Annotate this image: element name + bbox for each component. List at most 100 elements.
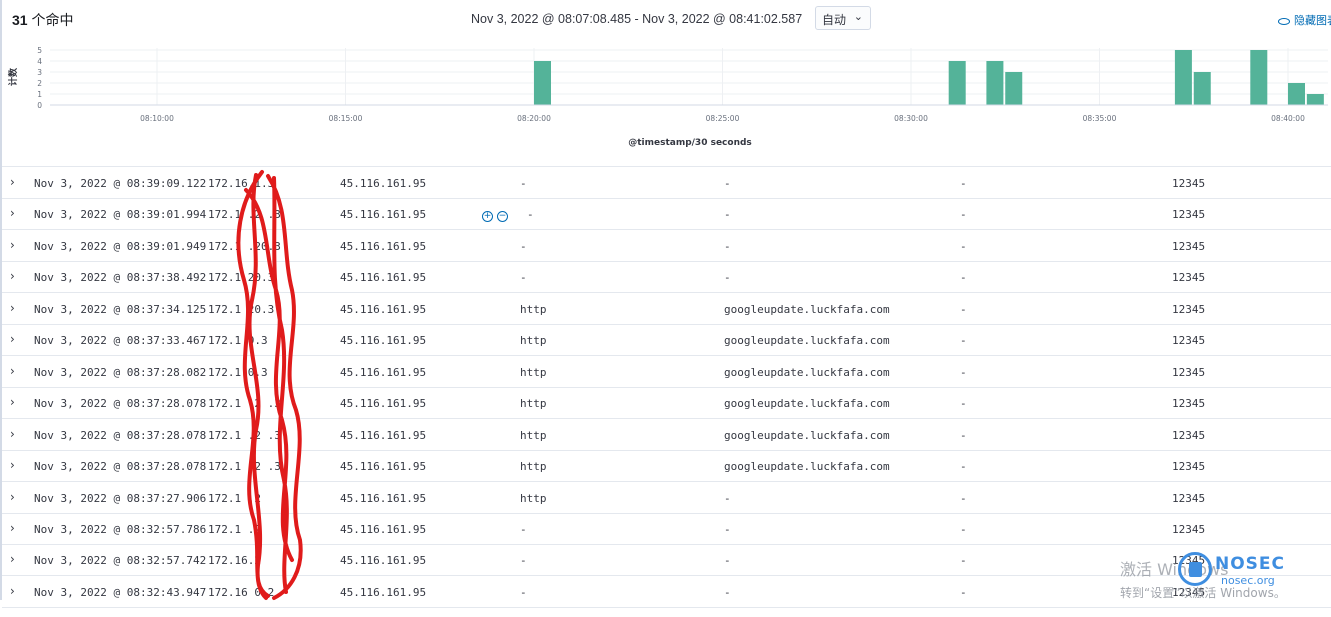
cell-field: - <box>960 460 967 474</box>
interval-select[interactable]: 自动 ⌄ <box>815 6 871 30</box>
expand-row-icon[interactable]: › <box>10 175 15 189</box>
cell-source-ip: 172.1 0.3 <box>208 334 268 348</box>
cell-port: 12345 <box>1172 271 1206 285</box>
cell-source-ip: 172.1 .2 .3 <box>208 428 281 442</box>
cell-timestamp: Nov 3, 2022 @ 08:32:43.947 <box>34 585 207 599</box>
x-tick-label: 08:20:00 <box>517 114 551 123</box>
cell-protocol: - <box>520 585 527 599</box>
cell-timestamp: Nov 3, 2022 @ 08:37:28.078 <box>34 428 207 442</box>
cell-field: - <box>960 177 967 190</box>
table-row[interactable]: › Nov 3, 2022 @ 08:32:57.786 172.1 .2 45.11… <box>2 513 1331 545</box>
histogram-bar <box>1250 50 1268 105</box>
cell-protocol: - <box>520 554 527 568</box>
cell-source-ip: 172.16 0.2 <box>208 585 275 599</box>
cell-timestamp: Nov 3, 2022 @ 08:32:57.742 <box>34 554 207 568</box>
cell-source-ip: 172.1 .2 .3 <box>208 397 281 411</box>
cell-host: - <box>724 239 731 253</box>
expand-row-icon[interactable]: › <box>10 238 15 252</box>
hits-number: 31 <box>12 12 28 28</box>
cell-destination-ip: 45.116.161.95 <box>340 239 427 253</box>
histogram-bar <box>1174 50 1192 105</box>
expand-row-icon[interactable]: › <box>10 552 15 566</box>
cell-protocol: http <box>520 397 547 411</box>
cell-timestamp: Nov 3, 2022 @ 08:37:28.078 <box>34 460 207 474</box>
table-row[interactable]: › Nov 3, 2022 @ 08:37:28.078 172.1 .2 .3 45… <box>2 419 1331 451</box>
expand-row-icon[interactable]: › <box>10 364 15 378</box>
expand-row-icon[interactable]: › <box>10 395 15 409</box>
expand-row-icon[interactable]: › <box>10 332 15 346</box>
cell-field: - <box>960 334 967 348</box>
cell-protocol: http <box>520 460 547 474</box>
hide-chart-button[interactable]: 隐藏图表 <box>1278 12 1331 28</box>
cell-timestamp: Nov 3, 2022 @ 08:37:38.492 <box>34 271 207 285</box>
expand-row-icon[interactable]: › <box>10 301 15 315</box>
expand-row-icon[interactable]: › <box>10 458 15 472</box>
cell-source-ip: 172.1 .2 <box>208 522 261 536</box>
expand-row-icon[interactable]: › <box>10 584 15 598</box>
expand-row-icon[interactable]: › <box>10 427 15 441</box>
cell-timestamp: Nov 3, 2022 @ 08:32:57.786 <box>34 522 207 536</box>
y-axis-label: 计数 <box>7 67 19 86</box>
table-row[interactable]: › Nov 3, 2022 @ 08:37:28.082 172.1 0.3 45.1… <box>2 356 1331 388</box>
cell-host: googleupdate.luckfafa.com <box>724 460 890 474</box>
table-row[interactable]: › Nov 3, 2022 @ 08:37:38.492 172.1 20.3 45.… <box>2 261 1331 294</box>
time-range: Nov 3, 2022 @ 08:07:08.485 - Nov 3, 2022… <box>471 12 803 26</box>
interval-value: 自动 <box>822 13 847 27</box>
cell-field: - <box>960 585 967 599</box>
histogram-bar <box>1306 94 1324 105</box>
histogram-bar <box>1288 83 1305 105</box>
x-tick-label: 08:15:00 <box>329 114 363 123</box>
cell-source-ip: 172.16.2 <box>208 554 261 568</box>
expand-row-icon[interactable]: › <box>10 206 15 220</box>
filter-out-value-icon[interactable]: − <box>497 211 508 223</box>
cell-destination-ip: 45.116.161.95 <box>340 491 427 505</box>
y-tick-label: 1 <box>37 90 42 99</box>
table-row[interactable]: › Nov 3, 2022 @ 08:37:33.467 172.1 0.3 45.1… <box>2 324 1331 357</box>
y-tick-label: 0 <box>37 101 42 110</box>
cell-source-ip: 172.1 20.3 <box>208 302 275 316</box>
histogram-bar <box>534 61 551 105</box>
chevron-down-icon: ⌄ <box>853 11 863 23</box>
cell-source-ip: 172.1 0.3 <box>208 365 268 379</box>
cell-timestamp: Nov 3, 2022 @ 08:37:34.125 <box>34 302 207 316</box>
cell-port: 12345 <box>1172 397 1206 411</box>
cell-source-ip: 172.1 .20.3 <box>208 239 281 253</box>
y-tick-label: 3 <box>37 68 42 77</box>
cell-host: googleupdate.luckfafa.com <box>724 428 890 442</box>
histogram-bar <box>986 61 1004 105</box>
cell-field: - <box>960 302 967 316</box>
expand-row-icon[interactable]: › <box>10 490 15 504</box>
x-tick-label: 08:30:00 <box>894 114 928 123</box>
filter-for-value-icon[interactable]: + <box>482 211 493 223</box>
cell-host: googleupdate.luckfafa.com <box>724 302 890 316</box>
table-row[interactable]: › Nov 3, 2022 @ 08:37:27.906 172.1 .2 45.11… <box>2 482 1331 514</box>
cell-destination-ip: 45.116.161.95 <box>340 428 427 442</box>
cell-host: - <box>724 585 731 599</box>
histogram-bar <box>1193 72 1211 105</box>
cell-port: 12345 <box>1172 428 1206 442</box>
hits-suffix: 个命中 <box>31 12 74 28</box>
table-row[interactable]: › Nov 3, 2022 @ 08:37:34.125 172.1 20.3 45.… <box>2 293 1331 325</box>
cell-destination-ip: 45.116.161.95 <box>340 208 427 222</box>
table-row[interactable]: › Nov 3, 2022 @ 08:37:28.078 172.1 .2 .3 45… <box>2 387 1331 420</box>
expand-row-icon[interactable]: › <box>10 521 15 535</box>
filter-actions: + − <box>482 208 512 223</box>
table-row[interactable]: › Nov 3, 2022 @ 08:39:01.994 172.1 .2 .3 45… <box>2 198 1331 231</box>
expand-row-icon[interactable]: › <box>10 269 15 283</box>
cell-protocol: http <box>520 428 547 442</box>
cell-host: - <box>724 208 731 222</box>
cell-host: googleupdate.luckfafa.com <box>724 397 890 411</box>
cell-protocol: - <box>520 239 527 253</box>
cell-protocol: http <box>520 491 547 505</box>
table-row[interactable]: › Nov 3, 2022 @ 08:37:28.078 172.1 .2 .3 45… <box>2 450 1331 483</box>
cell-port: 12345 <box>1172 522 1206 536</box>
cell-host: - <box>724 554 731 568</box>
histogram-chart[interactable]: 5 4 3 2 1 0 08:10:00 08:15:00 08:20:00 08:25:00 08… <box>0 40 1331 152</box>
nosec-brand-name: NOSEC <box>1215 554 1286 574</box>
cell-host: - <box>724 177 731 190</box>
table-row[interactable]: › Nov 3, 2022 @ 08:39:09.122 172.16.1.3 45.… <box>2 167 1331 199</box>
cell-source-ip: 172.1 .2 <box>208 491 261 505</box>
cell-protocol: - <box>527 208 534 222</box>
cell-field: - <box>960 491 967 505</box>
table-row[interactable]: › Nov 3, 2022 @ 08:39:01.949 172.1 .20.3 45… <box>2 230 1331 262</box>
